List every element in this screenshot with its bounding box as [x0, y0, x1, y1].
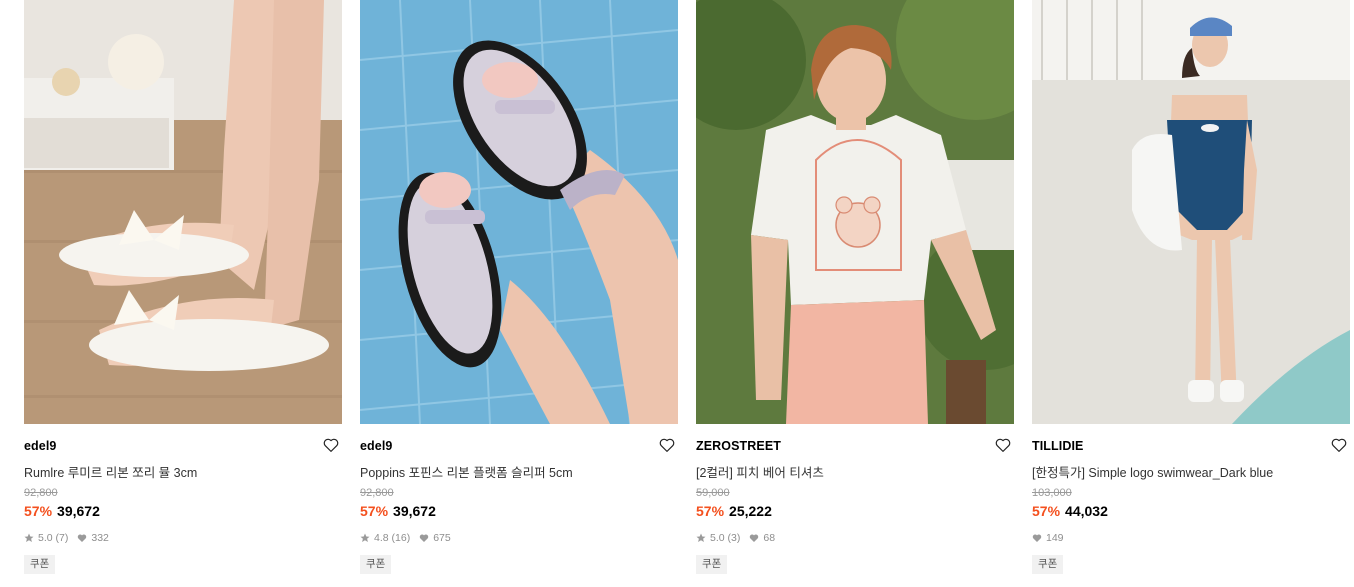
product-grid: edel9 Rumlre 루미르 리본 쪼리 뮬 3cm 92,800 57% 3… — [0, 0, 1354, 587]
like-count: 332 — [91, 532, 109, 544]
product-title[interactable]: [한정특가] Simple logo swimwear_Dark blue — [1032, 462, 1328, 481]
star-icon — [696, 533, 706, 543]
product-title[interactable]: [2컬러] 피치 베어 티셔츠 — [696, 462, 992, 481]
original-price: 103,000 — [1032, 487, 1072, 499]
sale-price: 39,672 — [57, 503, 100, 519]
like-count: 675 — [433, 532, 451, 544]
likes: 68 — [749, 532, 775, 544]
brand-name[interactable]: edel9 — [360, 439, 392, 453]
star-icon — [24, 533, 34, 543]
rating-value: 5.0 — [38, 532, 53, 544]
product-card[interactable]: edel9 Rumlre 루미르 리본 쪼리 뮬 3cm 92,800 57% 3… — [24, 0, 342, 587]
product-photo — [1032, 0, 1350, 424]
price-row: 57% 25,222 — [696, 503, 772, 519]
product-card[interactable]: edel9 Poppins 포핀스 리본 플랫폼 슬리퍼 5cm 92,800 … — [360, 0, 678, 587]
product-image-sandals[interactable] — [24, 0, 342, 424]
review-count: (3) — [727, 532, 741, 544]
original-price: 92,800 — [360, 487, 394, 499]
heart-outline-icon — [1331, 438, 1347, 452]
heart-outline-icon — [323, 438, 339, 452]
product-photo — [696, 0, 1014, 424]
rating-value: 5.0 — [710, 532, 725, 544]
heart-outline-icon — [659, 438, 675, 452]
like-count: 149 — [1046, 532, 1064, 544]
rating-value: 4.8 — [374, 532, 389, 544]
heart-filled-icon — [749, 533, 759, 543]
product-photo — [24, 0, 342, 424]
product-stats: 5.0 (7) 332 — [24, 532, 118, 544]
brand-name[interactable]: edel9 — [24, 439, 56, 453]
product-stats: 4.8 (16) 675 — [360, 532, 460, 544]
wishlist-button[interactable] — [658, 436, 676, 454]
heart-outline-icon — [995, 438, 1011, 452]
sale-price: 25,222 — [729, 503, 772, 519]
discount-rate: 57% — [1032, 503, 1061, 519]
discount-rate: 57% — [24, 503, 53, 519]
product-image-swimwear[interactable] — [1032, 0, 1350, 424]
review-count: (7) — [55, 532, 69, 544]
discount-rate: 57% — [696, 503, 725, 519]
wishlist-button[interactable] — [322, 436, 340, 454]
product-stats: 5.0 (3) 68 — [696, 532, 784, 544]
sale-price: 44,032 — [1065, 503, 1108, 519]
price-row: 57% 39,672 — [24, 503, 100, 519]
sale-price: 39,672 — [393, 503, 436, 519]
review-count: (16) — [391, 532, 411, 544]
product-stats: 149 — [1032, 532, 1073, 544]
product-card[interactable]: TILLIDIE [한정특가] Simple logo swimwear_Dar… — [1032, 0, 1350, 587]
price-row: 57% 44,032 — [1032, 503, 1108, 519]
coupon-badge: 쿠폰 — [696, 555, 728, 574]
brand-name[interactable]: TILLIDIE — [1032, 439, 1084, 453]
original-price: 59,000 — [696, 487, 730, 499]
heart-filled-icon — [77, 533, 87, 543]
star-icon — [360, 533, 370, 543]
product-image-tshirt[interactable] — [696, 0, 1014, 424]
wishlist-button[interactable] — [994, 436, 1012, 454]
rating: 5.0 (7) — [24, 532, 68, 544]
product-title[interactable]: Rumlre 루미르 리본 쪼리 뮬 3cm — [24, 462, 320, 481]
likes: 149 — [1032, 532, 1064, 544]
coupon-badge: 쿠폰 — [360, 555, 392, 574]
rating: 5.0 (3) — [696, 532, 740, 544]
rating: 4.8 (16) — [360, 532, 410, 544]
product-title[interactable]: Poppins 포핀스 리본 플랫폼 슬리퍼 5cm — [360, 462, 656, 481]
likes: 675 — [419, 532, 451, 544]
original-price: 92,800 — [24, 487, 58, 499]
discount-rate: 57% — [360, 503, 389, 519]
likes: 332 — [77, 532, 109, 544]
brand-name[interactable]: ZEROSTREET — [696, 439, 781, 453]
like-count: 68 — [763, 532, 776, 544]
product-card[interactable]: ZEROSTREET [2컬러] 피치 베어 티셔츠 59,000 57% 25,… — [696, 0, 1014, 587]
product-photo — [360, 0, 678, 424]
wishlist-button[interactable] — [1330, 436, 1348, 454]
heart-filled-icon — [419, 533, 429, 543]
coupon-badge: 쿠폰 — [1032, 555, 1064, 574]
heart-filled-icon — [1032, 533, 1042, 543]
price-row: 57% 39,672 — [360, 503, 436, 519]
product-image-platform-sandals[interactable] — [360, 0, 678, 424]
coupon-badge: 쿠폰 — [24, 555, 56, 574]
